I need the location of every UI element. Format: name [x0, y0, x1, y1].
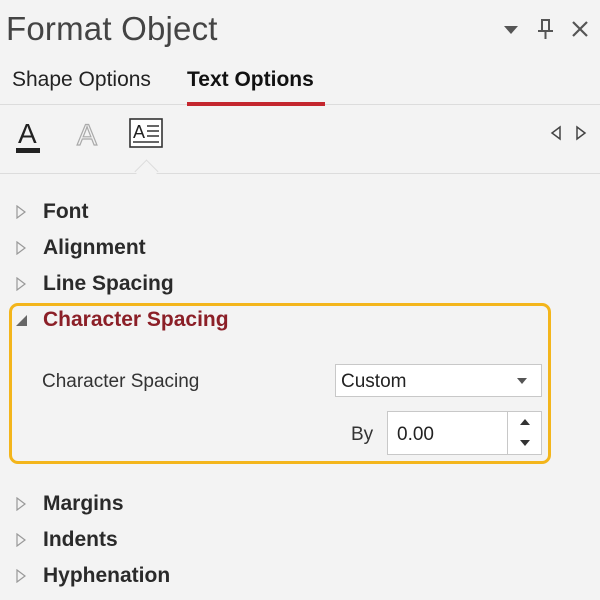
character-spacing-value: Custom	[341, 371, 407, 392]
chevron-down-icon	[504, 26, 518, 34]
section-label: Character Spacing	[43, 308, 229, 331]
stepper-buttons	[507, 412, 541, 454]
pane-title-bar: Format Object	[0, 0, 600, 60]
text-fill-outline-tab[interactable]: A	[12, 115, 48, 155]
expand-triangle-icon	[16, 569, 26, 583]
textbox-icon: A	[129, 118, 163, 148]
text-options-icon-tabs: A A A	[0, 105, 600, 184]
section-label: Hyphenation	[43, 564, 171, 587]
active-icon-notch	[134, 159, 159, 184]
section-label: Margins	[43, 492, 124, 515]
pane-title: Format Object	[6, 10, 218, 47]
increment-button[interactable]	[508, 412, 541, 433]
chevron-left-icon	[550, 125, 561, 141]
section-hyphenation[interactable]: Hyphenation	[14, 562, 170, 590]
pin-button[interactable]	[533, 14, 559, 44]
character-spacing-select[interactable]: Custom	[335, 364, 542, 397]
section-label: Alignment	[43, 236, 146, 259]
section-label: Line Spacing	[43, 272, 174, 295]
section-font[interactable]: Font	[14, 198, 88, 226]
scroll-right-button[interactable]	[572, 123, 590, 143]
section-label: Indents	[43, 528, 118, 551]
caret-up-icon	[520, 419, 530, 425]
collapse-triangle-icon	[16, 315, 27, 326]
expand-triangle-icon	[16, 241, 26, 255]
options-tabs: Shape Options Text Options	[0, 62, 600, 106]
chevron-down-icon	[517, 378, 527, 384]
scroll-left-button[interactable]	[547, 123, 565, 143]
by-label: By	[351, 424, 374, 445]
textbox-tab[interactable]: A	[128, 115, 164, 155]
section-label: Font	[43, 200, 89, 223]
text-fill-outline-icon: A	[16, 118, 40, 153]
caret-down-icon	[520, 440, 530, 446]
spacing-by-stepper[interactable]: 0.00	[387, 411, 542, 455]
expand-triangle-icon	[16, 533, 26, 547]
character-spacing-label: Character Spacing	[42, 371, 200, 392]
section-line-spacing[interactable]: Line Spacing	[14, 270, 174, 298]
section-alignment[interactable]: Alignment	[14, 234, 146, 262]
section-margins[interactable]: Margins	[14, 490, 124, 518]
chevron-right-icon	[576, 125, 587, 141]
text-effects-tab[interactable]: A	[70, 115, 106, 155]
tab-shape-options[interactable]: Shape Options	[12, 68, 151, 92]
text-effects-icon: A	[76, 118, 97, 152]
svg-text:A: A	[18, 118, 37, 149]
tab-text-options[interactable]: Text Options	[187, 68, 314, 92]
expand-triangle-icon	[16, 205, 26, 219]
close-button[interactable]	[567, 14, 593, 44]
svg-text:A: A	[133, 122, 145, 142]
expand-triangle-icon	[16, 277, 26, 291]
expand-triangle-icon	[16, 497, 26, 511]
close-icon	[572, 21, 588, 37]
pane-options-button[interactable]	[498, 14, 524, 44]
pin-icon	[538, 19, 553, 39]
spacing-by-value: 0.00	[397, 424, 434, 445]
section-character-spacing[interactable]: Character Spacing	[14, 306, 229, 334]
section-indents[interactable]: Indents	[14, 526, 118, 554]
decrement-button[interactable]	[508, 433, 541, 454]
svg-text:A: A	[77, 119, 97, 152]
